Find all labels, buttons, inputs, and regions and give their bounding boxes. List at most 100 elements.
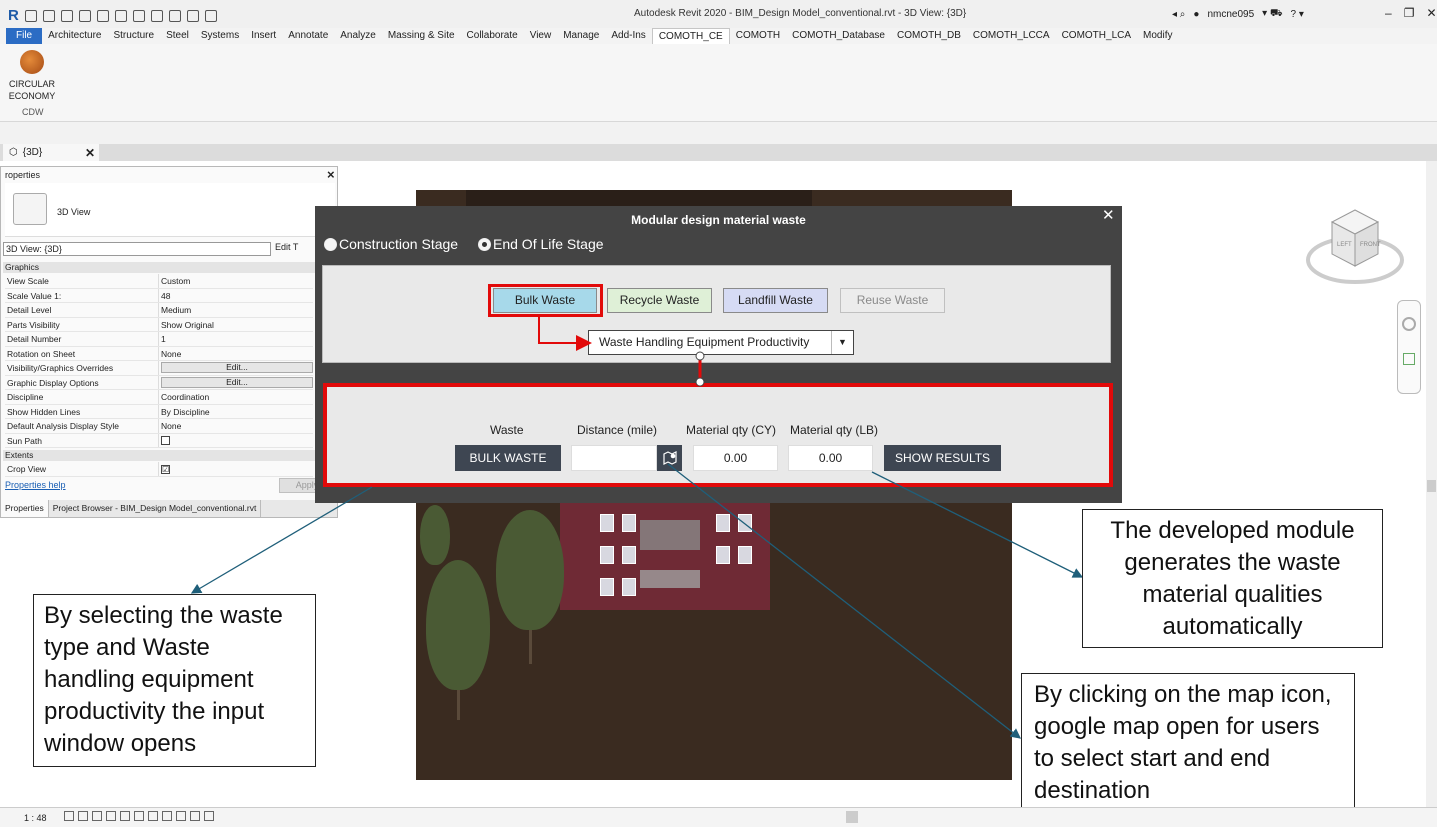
property-row[interactable]: Sun Path xyxy=(5,433,313,448)
property-row[interactable]: View Scale Custom xyxy=(5,274,313,289)
view-cube[interactable]: LEFT FRONT xyxy=(1306,206,1404,286)
radio-icon[interactable] xyxy=(324,237,337,251)
tab-massing-site[interactable]: Massing & Site xyxy=(382,28,461,44)
vertical-scroll-thumb[interactable] xyxy=(1427,480,1436,492)
equipment-productivity-select[interactable]: Waste Handling Equipment Productivity ▼ xyxy=(588,330,854,355)
cart-icon[interactable]: ▾ ⛟ xyxy=(1262,8,1282,21)
radio-selected-icon[interactable] xyxy=(478,237,491,251)
recycle-waste-button[interactable]: Recycle Waste xyxy=(607,288,712,313)
worksharing-icon[interactable] xyxy=(204,811,214,821)
tab-modify[interactable]: Modify xyxy=(1137,28,1178,44)
show-results-button[interactable]: SHOW RESULTS xyxy=(884,445,1001,471)
property-row[interactable]: Graphic Display Options Edit... xyxy=(5,375,313,390)
tab-structure[interactable]: Structure xyxy=(107,28,160,44)
tab-manage[interactable]: Manage xyxy=(557,28,605,44)
tab-properties[interactable]: Properties xyxy=(1,500,49,517)
sun-path-icon[interactable] xyxy=(92,811,102,821)
property-row[interactable]: Scale Value 1: 48 xyxy=(5,288,313,303)
view-tab-3d[interactable]: ⬡ {3D} ✕ xyxy=(3,144,99,161)
view-scale[interactable]: 1 : 48 xyxy=(24,813,47,823)
text-icon[interactable] xyxy=(150,9,163,22)
print-icon[interactable] xyxy=(114,9,127,22)
save-icon[interactable] xyxy=(42,9,55,22)
visual-style-icon[interactable] xyxy=(78,811,88,821)
type-selector[interactable]: 3D View xyxy=(5,183,335,237)
crop-icon[interactable] xyxy=(134,811,144,821)
close-icon[interactable]: × xyxy=(327,167,335,182)
tab-project-browser[interactable]: Project Browser - BIM_Design Model_conve… xyxy=(49,500,262,517)
tab-view[interactable]: View xyxy=(524,28,558,44)
landfill-waste-button[interactable]: Landfill Waste xyxy=(723,288,828,313)
tab-annotate[interactable]: Annotate xyxy=(282,28,334,44)
horizontal-scroll-thumb[interactable] xyxy=(846,811,858,823)
distance-input[interactable] xyxy=(571,445,657,471)
undo-icon[interactable] xyxy=(78,9,91,22)
sync-icon[interactable] xyxy=(60,9,73,22)
edit-button[interactable]: Edit... xyxy=(161,362,313,373)
group-graphics[interactable]: Graphics xyxy=(3,262,319,273)
search-icon[interactable]: ◂ ⌕ xyxy=(1172,9,1185,20)
property-row[interactable]: Detail Number 1 xyxy=(5,332,313,347)
tab-file[interactable]: File xyxy=(6,28,43,44)
property-row[interactable]: Default Analysis Display Style None xyxy=(5,419,313,434)
navigation-bar[interactable] xyxy=(1397,300,1421,394)
property-row[interactable]: Rotation on Sheet None xyxy=(5,346,313,361)
reuse-waste-button[interactable]: Reuse Waste xyxy=(840,288,945,313)
tab-analyze[interactable]: Analyze xyxy=(334,28,382,44)
tab-comoth[interactable]: COMOTH xyxy=(730,28,786,44)
close-tab-icon[interactable]: ✕ xyxy=(85,146,95,160)
username[interactable]: nmcne095 xyxy=(1207,9,1254,20)
tab-comoth-lcca[interactable]: COMOTH_LCCA xyxy=(967,28,1056,44)
chevron-down-icon[interactable]: ▼ xyxy=(831,331,853,354)
show-crop-icon[interactable] xyxy=(148,811,158,821)
dialog-close-icon[interactable]: ✕ xyxy=(1102,206,1115,224)
steering-wheel-icon[interactable] xyxy=(1402,317,1416,331)
property-row[interactable]: Crop View ☑ xyxy=(5,462,313,477)
edit-type-button[interactable]: Edit T xyxy=(275,242,298,252)
edit-button[interactable]: Edit... xyxy=(161,376,313,388)
tab-steel[interactable]: Steel xyxy=(160,28,195,44)
3d-view-icon[interactable] xyxy=(168,9,181,22)
material-qty-cy-field[interactable]: 0.00 xyxy=(693,445,778,471)
sun-path-checkbox[interactable] xyxy=(161,435,170,445)
group-extents[interactable]: Extents xyxy=(3,450,319,461)
tab-architecture[interactable]: Architecture xyxy=(42,28,107,44)
tab-systems[interactable]: Systems xyxy=(195,28,245,44)
property-row[interactable]: Visibility/Graphics Overrides Edit... xyxy=(5,361,313,376)
radio-construction-stage[interactable]: Construction Stage xyxy=(324,236,458,252)
property-row[interactable]: Detail Level Medium xyxy=(5,303,313,318)
section-icon[interactable] xyxy=(186,9,199,22)
revit-logo[interactable]: R xyxy=(8,7,19,24)
lock-view-icon[interactable] xyxy=(162,811,172,821)
properties-help-link[interactable]: Properties help xyxy=(5,480,66,490)
minimize-icon[interactable]: – xyxy=(1385,6,1392,20)
restore-icon[interactable]: ❐ xyxy=(1404,6,1415,20)
property-row[interactable]: Discipline Coordination xyxy=(5,390,313,405)
instance-selector[interactable]: 3D View: {3D} xyxy=(3,242,271,256)
help-icon[interactable]: ? ▾ xyxy=(1291,9,1304,20)
open-icon[interactable] xyxy=(24,9,37,22)
crop-view-checkbox[interactable]: ☑ xyxy=(161,465,170,474)
zoom-icon[interactable] xyxy=(1403,353,1415,365)
render-icon[interactable] xyxy=(120,811,130,821)
reveal-hidden-icon[interactable] xyxy=(190,811,200,821)
tab-add-ins[interactable]: Add-Ins xyxy=(605,28,651,44)
switch-windows-icon[interactable] xyxy=(204,9,217,22)
hide-isolate-icon[interactable] xyxy=(176,811,186,821)
tab-comoth-db[interactable]: COMOTH_DB xyxy=(891,28,967,44)
tab-insert[interactable]: Insert xyxy=(245,28,282,44)
redo-icon[interactable] xyxy=(96,9,109,22)
user-icon[interactable]: ● xyxy=(1193,9,1199,20)
material-qty-lb-field[interactable]: 0.00 xyxy=(788,445,873,471)
close-window-icon[interactable]: ✕ xyxy=(1426,6,1436,20)
detail-level-icon[interactable] xyxy=(64,811,74,821)
property-row[interactable]: Parts Visibility Show Original xyxy=(5,317,313,332)
tab-collaborate[interactable]: Collaborate xyxy=(461,28,524,44)
tab-comoth-lca[interactable]: COMOTH_LCA xyxy=(1056,28,1137,44)
tab-comoth-ce[interactable]: COMOTH_CE xyxy=(651,28,730,44)
bulk-waste-button[interactable]: Bulk Waste xyxy=(493,288,597,313)
property-row[interactable]: Show Hidden Lines By Discipline xyxy=(5,404,313,419)
bulk-waste-action-button[interactable]: BULK WASTE xyxy=(455,445,561,471)
map-button[interactable] xyxy=(657,445,682,471)
tab-comoth-database[interactable]: COMOTH_Database xyxy=(786,28,891,44)
